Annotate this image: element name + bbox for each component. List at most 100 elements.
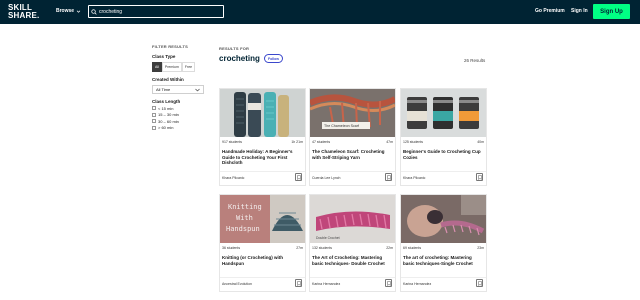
handspun-hat-image: Knitting With Handspun	[220, 195, 305, 243]
striped-scarf-image: The Chameleon Scarf	[310, 89, 395, 137]
thumbnail-caption: Handspun	[226, 225, 260, 233]
checkbox[interactable]	[152, 112, 156, 117]
class-type-all[interactable]: All	[152, 62, 162, 72]
class-thumbnail[interactable]: Knitting With Handspun	[220, 195, 305, 243]
class-card[interactable]: Knitting With Handspun 36 students 27m K…	[219, 194, 306, 292]
class-type-toggle: All Premium Free	[152, 62, 208, 72]
class-type-free[interactable]: Free	[181, 62, 196, 72]
checkbox[interactable]	[152, 119, 156, 123]
class-thumbnail[interactable]	[401, 195, 486, 243]
class-card[interactable]: 917 students 1h 21m Handmade Holiday: A …	[219, 88, 306, 186]
browse-menu-button[interactable]: Browse	[56, 8, 81, 14]
card-divider	[310, 277, 395, 278]
student-count: 69 students	[403, 246, 422, 250]
class-title[interactable]: Handmade Holiday: A Beginner's Guide to …	[222, 149, 303, 166]
filter-sidebar: FILTER RESULTS Class Type All Premium Fr…	[152, 44, 208, 130]
created-within-label: Created Within	[152, 77, 184, 82]
card-divider	[310, 171, 395, 172]
follow-button[interactable]: Follow	[264, 54, 283, 63]
class-type-label: Class Type	[152, 54, 176, 59]
card-divider	[220, 171, 305, 172]
card-divider	[401, 277, 486, 278]
length-option-label: > 60 min	[158, 125, 174, 130]
teacher-name[interactable]: Karina Hernandez	[403, 282, 431, 286]
thumbnail-caption: Knitting	[228, 203, 262, 211]
class-meta: 47 students 47m	[312, 140, 393, 144]
length-option-label: 30 – 60 min	[158, 118, 179, 124]
sign-up-button[interactable]: Sign Up	[593, 4, 630, 19]
card-divider	[220, 277, 305, 278]
bookmark-icon[interactable]	[476, 173, 483, 181]
student-count: 917 students	[222, 140, 243, 144]
card-divider	[401, 171, 486, 172]
teacher-name[interactable]: Karina Hernandez	[312, 282, 340, 286]
student-count: 125 students	[403, 140, 424, 144]
length-option-label: < 15 min	[158, 105, 174, 111]
length-option-15-30[interactable]: 15 – 30 min	[152, 112, 208, 117]
class-title[interactable]: The Art of Crocheting: Mastering basic t…	[312, 255, 393, 266]
bookmark-icon[interactable]	[295, 173, 302, 181]
class-meta: 36 students 27m	[222, 246, 303, 250]
class-duration: 23m	[477, 246, 484, 250]
search-bar[interactable]	[88, 5, 224, 18]
class-thumbnail[interactable]	[401, 89, 486, 137]
double-crochet-image: Double Crochet	[310, 195, 395, 243]
teacher-name[interactable]: Khara Plicanic	[403, 176, 425, 180]
class-meta: 917 students 1h 21m	[222, 140, 303, 144]
class-title[interactable]: The art of crocheting: Mastering basic t…	[403, 255, 484, 266]
class-type-premium[interactable]: Premium	[161, 62, 182, 72]
teacher-name[interactable]: Ancestral Evolution	[222, 282, 252, 286]
created-within-select[interactable]: All Time	[152, 85, 204, 94]
cup-cozies-image	[401, 89, 486, 137]
class-thumbnail[interactable]: Double Crochet	[310, 195, 395, 243]
class-card[interactable]: The Chameleon Scarf 47 students 47m The …	[309, 88, 396, 186]
go-premium-link[interactable]: Go Premium	[535, 8, 565, 14]
class-duration: 40m	[477, 140, 484, 144]
top-navigation-bar: SKILL SHARE. Browse Go Premium Sign In S…	[0, 0, 640, 24]
teacher-name[interactable]: Khara Plicanic	[222, 176, 244, 180]
thumbnail-caption: With	[236, 214, 253, 222]
results-count: 26 Results	[464, 58, 486, 63]
student-count: 36 students	[222, 246, 241, 250]
search-input[interactable]	[99, 6, 217, 17]
bookmark-icon[interactable]	[385, 173, 392, 181]
length-option-label: 15 – 30 min	[158, 112, 179, 117]
teacher-name[interactable]: Cuerda Lee Lynch	[312, 176, 340, 180]
class-title[interactable]: Knitting (or Crocheting) with Handspun	[222, 255, 303, 266]
search-query-title: crocheting	[219, 54, 260, 63]
class-duration: 1h 21m	[291, 140, 303, 144]
logo-line-2: SHARE.	[8, 11, 40, 20]
thumbnail-caption: Double Crochet	[316, 236, 340, 240]
search-icon[interactable]	[89, 6, 99, 17]
bookmark-icon[interactable]	[295, 279, 302, 287]
browse-label: Browse	[56, 8, 75, 14]
length-option-over-60[interactable]: > 60 min	[152, 125, 208, 130]
class-meta: 125 students 40m	[403, 140, 484, 144]
class-card[interactable]: 125 students 40m Beginner's Guide to Cro…	[400, 88, 487, 186]
checkbox[interactable]	[152, 125, 156, 130]
chevron-down-icon	[195, 88, 200, 91]
skillshare-logo[interactable]: SKILL SHARE.	[8, 4, 42, 20]
length-option-30-60[interactable]: 30 – 60 min	[152, 119, 208, 124]
class-title[interactable]: Beginner's Guide to Crocheting Cup Cozie…	[403, 149, 484, 160]
class-duration: 27m	[296, 246, 303, 250]
results-for-label: RESULTS FOR	[219, 46, 250, 51]
length-option-under-15[interactable]: < 15 min	[152, 106, 208, 111]
thumbnail-caption: The Chameleon Scarf	[324, 124, 359, 128]
sign-in-link[interactable]: Sign In	[571, 8, 588, 14]
class-thumbnail[interactable]: The Chameleon Scarf	[310, 89, 395, 137]
class-title[interactable]: The Chameleon Scarf: Crocheting with Sel…	[312, 149, 393, 160]
chevron-down-icon	[76, 10, 81, 13]
bookmark-icon[interactable]	[385, 279, 392, 287]
class-meta: 69 students 23m	[403, 246, 484, 250]
yarn-dishcloth-image	[220, 89, 305, 137]
class-card[interactable]: Double Crochet 132 students 22m The Art …	[309, 194, 396, 292]
class-thumbnail[interactable]	[220, 89, 305, 137]
bookmark-icon[interactable]	[476, 279, 483, 287]
single-crochet-image	[401, 195, 486, 243]
created-within-value: All Time	[156, 87, 171, 92]
checkbox[interactable]	[152, 106, 156, 110]
class-meta: 132 students 22m	[312, 246, 393, 250]
class-card[interactable]: 69 students 23m The art of crocheting: M…	[400, 194, 487, 292]
student-count: 132 students	[312, 246, 333, 250]
